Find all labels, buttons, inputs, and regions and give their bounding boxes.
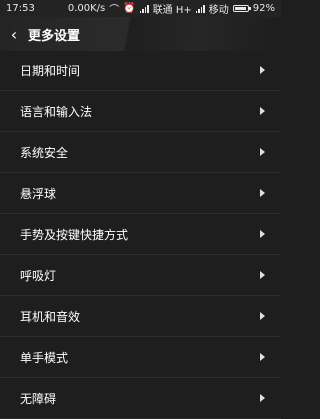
chevron-right-icon <box>260 271 265 279</box>
settings-item-label: 系统安全 <box>20 145 69 160</box>
settings-item-label: 呼吸灯 <box>20 268 57 283</box>
headset-icon: ⌒ <box>109 5 120 16</box>
signal-icon-2 <box>195 4 205 13</box>
signal-icon <box>139 4 149 13</box>
settings-item-floating-ball[interactable]: 悬浮球 <box>0 173 281 214</box>
chevron-right-icon <box>260 107 265 115</box>
settings-item-label: 语言和输入法 <box>20 104 93 119</box>
battery-percent: 92% <box>252 3 275 14</box>
page-title: 更多设置 <box>28 28 81 44</box>
settings-item-headset-audio[interactable]: 耳机和音效 <box>0 296 281 337</box>
carrier-unicom: 联通 H+ <box>152 5 192 16</box>
settings-item-system-security[interactable]: 系统安全 <box>0 132 281 173</box>
settings-item-language-input[interactable]: 语言和输入法 <box>0 91 281 132</box>
back-arrow-icon[interactable]: ‹ <box>0 25 28 44</box>
status-time: 17:53 <box>6 3 35 14</box>
settings-item-gestures-shortcuts[interactable]: 手势及按键快捷方式 <box>0 214 281 255</box>
settings-item-label: 手势及按键快捷方式 <box>20 227 129 242</box>
chevron-right-icon <box>260 353 265 361</box>
settings-item-accessibility[interactable]: 无障碍 <box>0 378 281 419</box>
chevron-right-icon <box>260 230 265 238</box>
chevron-right-icon <box>260 189 265 197</box>
status-bar: 17:53 0.00K/s ⌒ ⏰ 联通 H+ 移动 92% <box>0 0 281 17</box>
chevron-right-icon <box>260 394 265 402</box>
alarm-icon: ⏰ <box>123 3 136 14</box>
carrier-mobile: 移动 <box>208 5 229 16</box>
settings-item-label: 无障碍 <box>20 391 57 406</box>
settings-item-notification-light[interactable]: 呼吸灯 <box>0 255 281 296</box>
battery-fill <box>234 7 246 10</box>
status-indicators: 0.00K/s ⌒ ⏰ 联通 H+ 移动 92% <box>68 1 275 16</box>
chevron-right-icon <box>260 66 265 74</box>
settings-item-label: 悬浮球 <box>20 186 57 201</box>
settings-item-label: 耳机和音效 <box>20 309 81 324</box>
settings-item-date-time[interactable]: 日期和时间 <box>0 50 281 91</box>
chevron-right-icon <box>260 312 265 320</box>
network-speed: 0.00K/s <box>67 3 106 14</box>
battery-icon <box>232 5 251 12</box>
settings-item-label: 日期和时间 <box>20 63 81 78</box>
settings-item-label: 单手模式 <box>20 350 69 365</box>
chevron-right-icon <box>260 148 265 156</box>
settings-list: 日期和时间 语言和输入法 系统安全 悬浮球 手势及按键快捷方式 呼吸灯 耳机和音… <box>0 50 281 419</box>
app-header: ‹ 更多设置 <box>0 17 281 51</box>
settings-item-one-handed-mode[interactable]: 单手模式 <box>0 337 281 378</box>
